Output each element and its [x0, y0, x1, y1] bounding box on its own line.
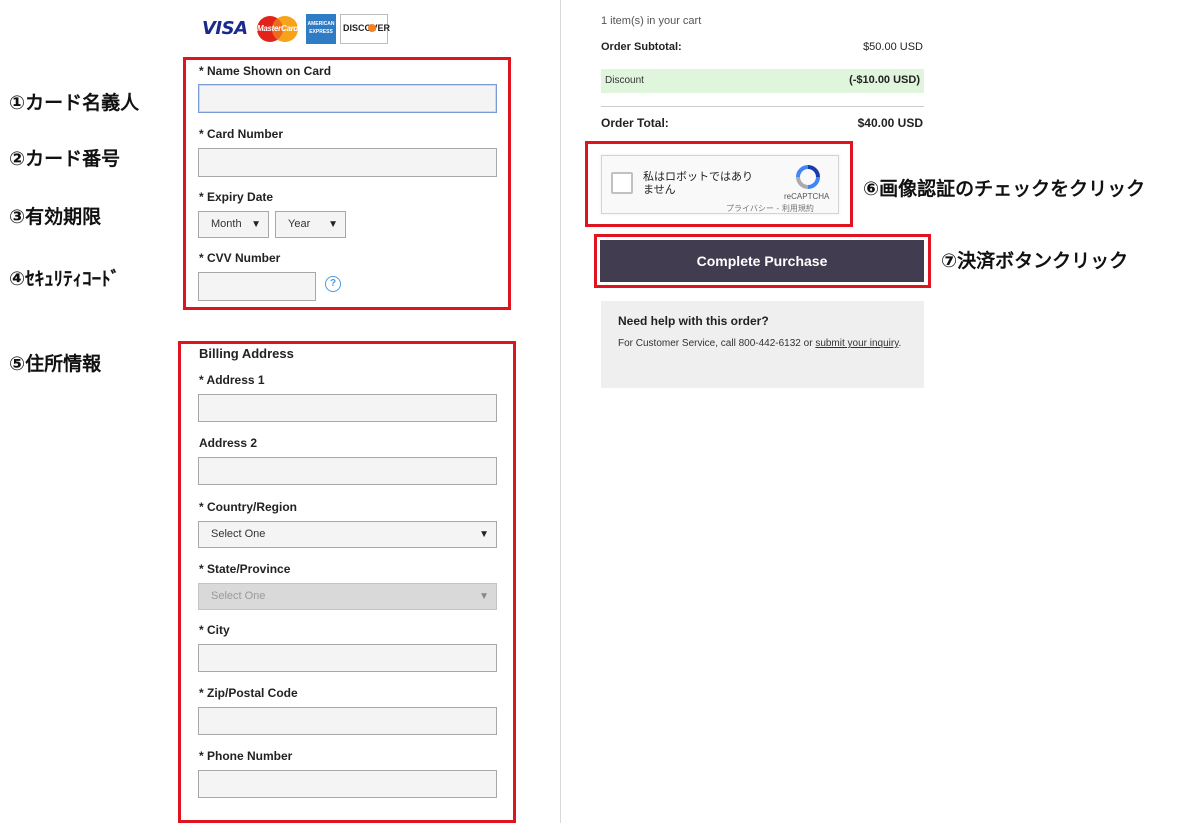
city-input[interactable] — [198, 644, 497, 672]
help-icon[interactable]: ? — [325, 276, 341, 292]
annotation-security-code: ④ｾｷｭﾘﾃｨｺｰﾄﾞ — [9, 268, 121, 290]
phone-input[interactable] — [198, 770, 497, 798]
subtotal-label: Order Subtotal: — [601, 41, 682, 53]
city-label: * City — [199, 623, 230, 637]
visa-logo: VISA — [202, 18, 248, 39]
recaptcha-links: プライバシー - 利用規約 — [726, 204, 814, 213]
address2-input[interactable] — [198, 457, 497, 485]
recaptcha-widget: 私はロボットではありません reCAPTCHA プライバシー - 利用規約 — [601, 155, 839, 214]
billing-heading: Billing Address — [199, 346, 294, 361]
recaptcha-privacy-link[interactable]: プライバシー — [726, 204, 774, 213]
chevron-down-icon: ▼ — [328, 219, 338, 230]
annotation-recaptcha: ⑥画像認証のチェックをクリック — [863, 178, 1146, 200]
recaptcha-brand: reCAPTCHA — [784, 192, 830, 201]
mastercard-logo: MasterCard — [255, 14, 300, 44]
column-divider — [560, 0, 561, 823]
discover-dot — [368, 24, 376, 32]
help-title: Need help with this order? — [618, 314, 769, 328]
total-divider — [601, 106, 924, 107]
chevron-down-icon: ▼ — [251, 219, 261, 230]
amex-logo: AMERICAN EXPRESS — [306, 14, 336, 44]
recaptcha-text: 私はロボットではありません — [643, 170, 753, 196]
subtotal-value: $50.00 USD — [863, 41, 923, 53]
card-number-label: * Card Number — [199, 127, 284, 141]
country-select[interactable]: Select One ▼ — [198, 521, 497, 548]
help-box: Need help with this order? For Customer … — [601, 301, 924, 388]
name-on-card-label: * Name Shown on Card — [199, 64, 332, 78]
name-on-card-input[interactable] — [198, 84, 497, 113]
discover-logo: DISCOVER — [340, 14, 390, 44]
address1-input[interactable] — [198, 394, 497, 422]
annotation-expiry: ③有効期限 — [9, 206, 102, 228]
annotation-address: ⑤住所情報 — [9, 353, 102, 375]
expiry-date-label: * Expiry Date — [199, 190, 274, 204]
annotation-purchase: ⑦決済ボタンクリック — [941, 250, 1129, 272]
country-label: * Country/Region — [199, 500, 297, 514]
state-label: * State/Province — [199, 562, 291, 576]
card-number-input[interactable] — [198, 148, 497, 177]
submit-inquiry-link[interactable]: submit your inquiry — [815, 338, 898, 349]
recaptcha-checkbox[interactable] — [611, 172, 633, 194]
phone-label: * Phone Number — [199, 749, 293, 763]
chevron-down-icon: ▼ — [479, 529, 489, 540]
annotation-card-number: ②カード番号 — [9, 148, 121, 170]
recaptcha-terms-link[interactable]: 利用規約 — [782, 204, 814, 213]
address2-label: Address 2 — [199, 436, 258, 450]
discount-value: (-$10.00 USD) — [849, 74, 920, 86]
help-text: For Customer Service, call 800-442-6132 … — [618, 338, 902, 349]
discount-row: Discount (-$10.00 USD) — [601, 69, 924, 93]
total-label: Order Total: — [601, 116, 669, 130]
cvv-label: * CVV Number — [199, 251, 281, 265]
chevron-down-icon: ▼ — [479, 591, 489, 602]
address1-label: * Address 1 — [199, 373, 265, 387]
zip-label: * Zip/Postal Code — [199, 686, 298, 700]
complete-purchase-button[interactable]: Complete Purchase — [600, 240, 924, 282]
cvv-input[interactable] — [198, 272, 316, 301]
expiry-year-select[interactable]: Year ▼ — [275, 211, 346, 238]
state-select: Select One ▼ — [198, 583, 497, 610]
discount-label: Discount — [605, 75, 644, 86]
cart-count: 1 item(s) in your cart — [601, 15, 702, 27]
total-value: $40.00 USD — [857, 116, 923, 130]
expiry-month-select[interactable]: Month ▼ — [198, 211, 269, 238]
recaptcha-icon — [796, 165, 820, 189]
annotation-card-holder: ①カード名義人 — [9, 92, 140, 114]
zip-input[interactable] — [198, 707, 497, 735]
